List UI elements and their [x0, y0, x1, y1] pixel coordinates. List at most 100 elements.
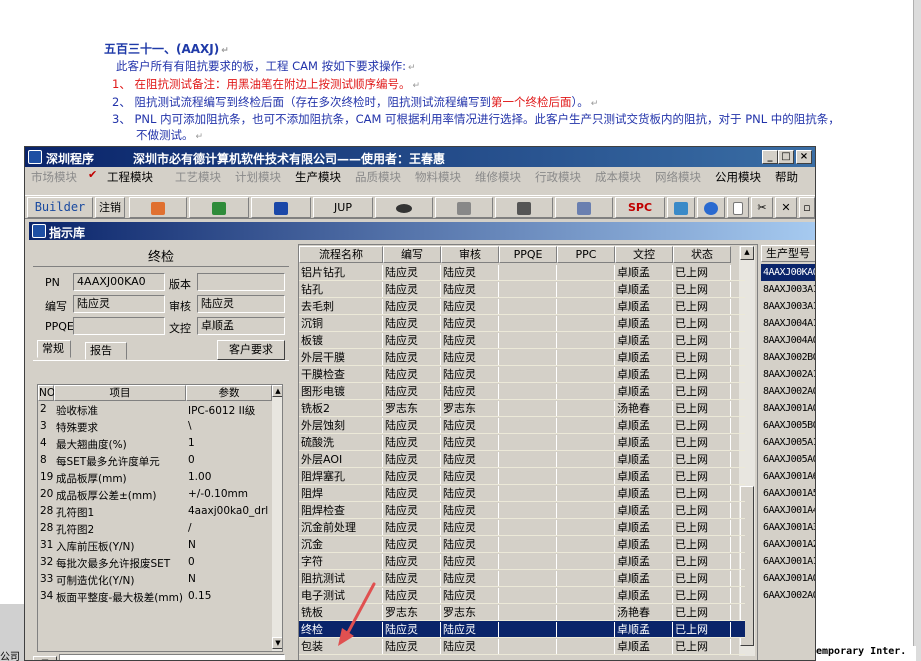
- flow-row[interactable]: 硫酸洗 陆应灵 陆应灵 卓顺孟 已上网: [299, 434, 745, 451]
- production-model-item[interactable]: 8AAXJ002B0: [761, 349, 815, 366]
- flow-header-docctrl[interactable]: 文控: [615, 246, 673, 263]
- flow-row[interactable]: 外层干膜 陆应灵 陆应灵 卓顺孟 已上网: [299, 349, 745, 366]
- flow-header-ppc[interactable]: PPC: [557, 246, 615, 263]
- params-header-no[interactable]: NO: [38, 385, 55, 401]
- production-model-item[interactable]: 8AAXJ003A1: [761, 281, 815, 298]
- production-model-item[interactable]: 6AAXJ005A1: [761, 434, 815, 451]
- doc-control-field[interactable]: 卓顺孟: [197, 317, 285, 335]
- flow-row[interactable]: 阻焊检查 陆应灵 陆应灵 卓顺孟 已上网: [299, 502, 745, 519]
- production-model-item[interactable]: 8AAXJ004A0: [761, 332, 815, 349]
- params-row[interactable]: 31 入库前压板(Y/N) N: [38, 538, 272, 555]
- params-row[interactable]: 8 每SET最多允许度单元 0: [38, 453, 272, 470]
- menu-common[interactable]: 公用模块: [715, 169, 761, 185]
- flow-scroll-up-icon[interactable]: ▲: [740, 246, 754, 260]
- flow-row[interactable]: 字符 陆应灵 陆应灵 卓顺孟 已上网: [299, 553, 745, 570]
- view-button[interactable]: [375, 197, 433, 218]
- flow-row[interactable]: 沉金 陆应灵 陆应灵 卓顺孟 已上网: [299, 536, 745, 553]
- flow-header-status[interactable]: 状态: [673, 246, 731, 263]
- close-button[interactable]: ×: [796, 150, 812, 164]
- word-button[interactable]: [251, 197, 311, 218]
- print-button[interactable]: [555, 197, 613, 218]
- params-row[interactable]: 3 特殊要求 \: [38, 419, 272, 436]
- production-model-item[interactable]: 8AAXJ002A1: [761, 366, 815, 383]
- flow-row[interactable]: 沉金前处理 陆应灵 陆应灵 卓顺孟 已上网: [299, 519, 745, 536]
- menu-planning[interactable]: 计划模块: [235, 169, 281, 185]
- production-model-item[interactable]: 8AAXJ003A1: [761, 298, 815, 315]
- flow-row[interactable]: 干膜检查 陆应灵 陆应灵 卓顺孟 已上网: [299, 366, 745, 383]
- cut-button[interactable]: ✂: [751, 197, 773, 218]
- params-row[interactable]: 2 验收标准 IPC-6012 II级: [38, 402, 272, 419]
- production-model-item[interactable]: 6AAXJ001A6: [761, 468, 815, 485]
- menu-market[interactable]: 市场模块: [31, 169, 77, 185]
- menu-admin[interactable]: 行政模块: [535, 169, 581, 185]
- flow-row[interactable]: 铝片钻孔 陆应灵 陆应灵 卓顺孟 已上网: [299, 264, 745, 281]
- production-model-item[interactable]: 6AAXJ002A0: [761, 587, 815, 604]
- menu-cost[interactable]: 成本模块: [595, 169, 641, 185]
- production-model-item[interactable]: 6AAXJ005A0: [761, 451, 815, 468]
- flow-row[interactable]: 外层AOI 陆应灵 陆应灵 卓顺孟 已上网: [299, 451, 745, 468]
- params-row[interactable]: 28 孔符图2 /: [38, 521, 272, 538]
- minimize-button[interactable]: _: [762, 150, 778, 164]
- production-model-item[interactable]: 6AAXJ005B0: [761, 417, 815, 434]
- flow-row[interactable]: 阻焊 陆应灵 陆应灵 卓顺孟 已上网: [299, 485, 745, 502]
- flow-row[interactable]: 阻焊塞孔 陆应灵 陆应灵 卓顺孟 已上网: [299, 468, 745, 485]
- params-row[interactable]: 34 板面平整度-最大极差(mm) 0.15: [38, 589, 272, 606]
- menu-quality[interactable]: 品质模块: [355, 169, 401, 185]
- params-header-value[interactable]: 参数: [186, 385, 272, 401]
- scroll-up-icon[interactable]: ▲: [272, 385, 282, 397]
- maximize-button[interactable]: □: [778, 150, 794, 164]
- ppqe-field[interactable]: [73, 317, 165, 335]
- jup-button[interactable]: JUP: [313, 197, 373, 218]
- production-model-item[interactable]: 6AAXJ001A4: [761, 502, 815, 519]
- flow-header-author[interactable]: 编写: [383, 246, 441, 263]
- database-button[interactable]: [435, 197, 493, 218]
- production-model-item[interactable]: 6AAXJ001A5: [761, 485, 815, 502]
- production-model-item[interactable]: 4AAXJ00KA0: [761, 264, 815, 281]
- params-row[interactable]: 33 可制造优化(Y/N) N: [38, 572, 272, 589]
- new-button[interactable]: [727, 197, 749, 218]
- production-model-item[interactable]: 6AAXJ001A1: [761, 553, 815, 570]
- flow-header-reviewer[interactable]: 审核: [441, 246, 499, 263]
- network-button[interactable]: [495, 197, 553, 218]
- flow-header-ppqe[interactable]: PPQE: [499, 246, 557, 263]
- author-field[interactable]: 陆应灵: [73, 295, 165, 313]
- params-row[interactable]: 28 孔符图1 4aaxj00ka0_drl: [38, 504, 272, 521]
- production-model-item[interactable]: 6AAXJ001A2: [761, 536, 815, 553]
- delete-button[interactable]: ✕: [775, 197, 797, 218]
- flow-row[interactable]: 外层蚀刻 陆应灵 陆应灵 卓顺孟 已上网: [299, 417, 745, 434]
- flow-row[interactable]: 铣板2 罗志东 罗志东 汤艳春 已上网: [299, 400, 745, 417]
- flow-row[interactable]: 钻孔 陆应灵 陆应灵 卓顺孟 已上网: [299, 281, 745, 298]
- customer-requirements-button[interactable]: 客户要求: [217, 340, 285, 360]
- params-row[interactable]: 19 成品板厚(mm) 1.00: [38, 470, 272, 487]
- params-header-item[interactable]: 项目: [54, 385, 186, 401]
- flow-row[interactable]: 去毛刺 陆应灵 陆应灵 卓顺孟 已上网: [299, 298, 745, 315]
- tab-report[interactable]: 报告: [85, 342, 127, 360]
- production-model-item[interactable]: 8AAXJ002A0: [761, 383, 815, 400]
- pn-field[interactable]: 4AAXJ00KA0: [73, 273, 165, 291]
- version-field[interactable]: [197, 273, 285, 291]
- powerpoint-button[interactable]: [129, 197, 187, 218]
- production-model-item[interactable]: 8AAXJ004A1: [761, 315, 815, 332]
- footer-field[interactable]: [59, 654, 285, 660]
- logout-button[interactable]: 注销: [95, 197, 125, 218]
- scroll-down-icon[interactable]: ▼: [272, 637, 282, 649]
- production-header[interactable]: 生产型号: [761, 245, 815, 262]
- flow-row[interactable]: 图形电镀 陆应灵 陆应灵 卓顺孟 已上网: [299, 383, 745, 400]
- flow-row[interactable]: 沉铜 陆应灵 陆应灵 卓顺孟 已上网: [299, 315, 745, 332]
- reviewer-field[interactable]: 陆应灵: [197, 295, 285, 313]
- menu-engineering[interactable]: 工程模块: [107, 169, 153, 185]
- params-row[interactable]: 20 成品板厚公差±(mm) +/-0.10mm: [38, 487, 272, 504]
- flow-header-name[interactable]: 流程名称: [299, 246, 383, 263]
- flow-row[interactable]: 板镀 陆应灵 陆应灵 卓顺孟 已上网: [299, 332, 745, 349]
- params-row[interactable]: 4 最大翘曲度(%) 1: [38, 436, 272, 453]
- save-button[interactable]: ▫: [799, 197, 815, 218]
- menu-help[interactable]: 帮助: [775, 169, 798, 185]
- menu-material[interactable]: 物料模块: [415, 169, 461, 185]
- menu-process[interactable]: 工艺模块: [175, 169, 221, 185]
- doc-right-scrollbar[interactable]: [913, 0, 921, 661]
- spc-button[interactable]: SPC: [615, 197, 665, 218]
- menu-maintenance[interactable]: 维修模块: [475, 169, 521, 185]
- tab-general[interactable]: 常规: [37, 340, 71, 358]
- menu-production[interactable]: 生产模块: [295, 169, 341, 185]
- production-model-item[interactable]: 6AAXJ001A0: [761, 570, 815, 587]
